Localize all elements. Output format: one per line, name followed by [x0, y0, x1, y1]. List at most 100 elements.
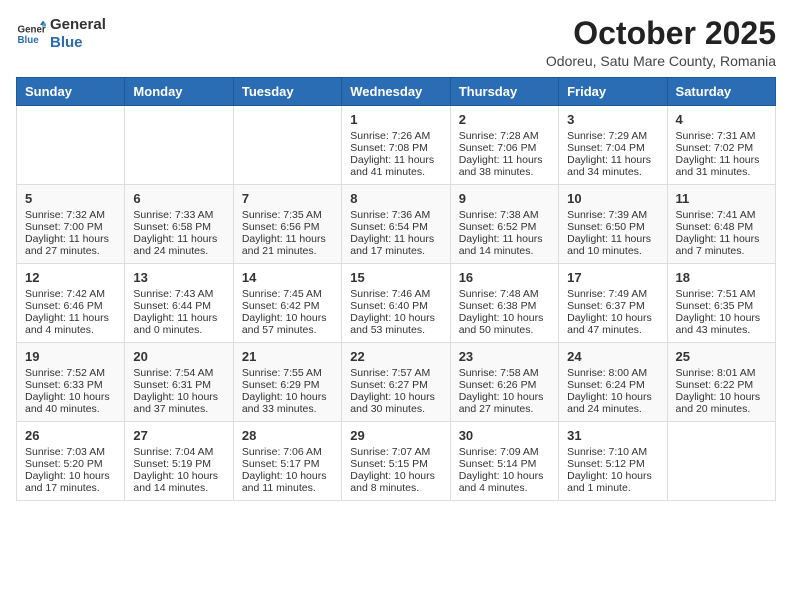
day-info: Sunset: 6:31 PM — [133, 379, 224, 391]
day-number: 23 — [459, 349, 550, 364]
calendar-cell: 19Sunrise: 7:52 AMSunset: 6:33 PMDayligh… — [17, 343, 125, 422]
day-info: Sunrise: 7:35 AM — [242, 209, 333, 221]
day-number: 31 — [567, 428, 658, 443]
day-info: and 33 minutes. — [242, 403, 333, 415]
day-number: 28 — [242, 428, 333, 443]
day-info: Daylight: 11 hours — [676, 233, 767, 245]
day-info: Sunrise: 8:00 AM — [567, 367, 658, 379]
day-info: and 41 minutes. — [350, 166, 441, 178]
day-number: 15 — [350, 270, 441, 285]
day-info: Sunset: 6:50 PM — [567, 221, 658, 233]
day-info: Sunrise: 7:51 AM — [676, 288, 767, 300]
day-info: Sunset: 5:15 PM — [350, 458, 441, 470]
day-number: 10 — [567, 191, 658, 206]
day-info: and 4 minutes. — [459, 482, 550, 494]
day-info: Sunset: 7:04 PM — [567, 142, 658, 154]
day-info: Sunset: 6:38 PM — [459, 300, 550, 312]
day-info: Sunset: 6:46 PM — [25, 300, 116, 312]
day-info: Sunset: 6:58 PM — [133, 221, 224, 233]
day-info: Sunrise: 7:57 AM — [350, 367, 441, 379]
day-info: and 17 minutes. — [350, 245, 441, 257]
day-info: and 14 minutes. — [459, 245, 550, 257]
day-info: Sunrise: 7:10 AM — [567, 446, 658, 458]
calendar-cell: 8Sunrise: 7:36 AMSunset: 6:54 PMDaylight… — [342, 185, 450, 264]
calendar-cell — [125, 106, 233, 185]
logo-blue: Blue — [50, 34, 106, 52]
calendar-cell — [233, 106, 341, 185]
day-info: Sunset: 7:02 PM — [676, 142, 767, 154]
day-info: Sunrise: 7:52 AM — [25, 367, 116, 379]
day-info: Sunset: 6:24 PM — [567, 379, 658, 391]
weekday-header-friday: Friday — [559, 78, 667, 106]
day-info: Sunset: 6:27 PM — [350, 379, 441, 391]
calendar-cell: 7Sunrise: 7:35 AMSunset: 6:56 PMDaylight… — [233, 185, 341, 264]
day-info: Daylight: 10 hours — [350, 391, 441, 403]
day-info: Sunset: 6:44 PM — [133, 300, 224, 312]
svg-text:General: General — [18, 25, 47, 36]
day-info: Sunrise: 7:06 AM — [242, 446, 333, 458]
day-info: Sunrise: 7:29 AM — [567, 130, 658, 142]
day-number: 22 — [350, 349, 441, 364]
day-info: Sunrise: 7:43 AM — [133, 288, 224, 300]
day-info: Sunrise: 8:01 AM — [676, 367, 767, 379]
day-number: 11 — [676, 191, 767, 206]
day-number: 12 — [25, 270, 116, 285]
day-number: 13 — [133, 270, 224, 285]
day-number: 3 — [567, 112, 658, 127]
calendar-cell: 24Sunrise: 8:00 AMSunset: 6:24 PMDayligh… — [559, 343, 667, 422]
day-number: 9 — [459, 191, 550, 206]
calendar-cell: 13 Sunrise: 7:43 AMSunset: 6:44 PMDayligh… — [125, 264, 233, 343]
calendar-cell: 29Sunrise: 7:07 AMSunset: 5:15 PMDayligh… — [342, 422, 450, 501]
day-info: and 24 minutes. — [567, 403, 658, 415]
day-info: and 38 minutes. — [459, 166, 550, 178]
day-info: Sunrise: 7:45 AM — [242, 288, 333, 300]
calendar-cell: 27Sunrise: 7:04 AMSunset: 5:19 PMDayligh… — [125, 422, 233, 501]
weekday-header-thursday: Thursday — [450, 78, 558, 106]
day-number: 29 — [350, 428, 441, 443]
day-info: Daylight: 10 hours — [242, 470, 333, 482]
month-title: October 2025 — [546, 16, 776, 51]
day-info: Sunrise: 7:39 AM — [567, 209, 658, 221]
day-info: Sunset: 5:17 PM — [242, 458, 333, 470]
day-info: Daylight: 10 hours — [242, 391, 333, 403]
day-info: Sunrise: 7:58 AM — [459, 367, 550, 379]
calendar-cell: 9Sunrise: 7:38 AMSunset: 6:52 PMDaylight… — [450, 185, 558, 264]
weekday-header-tuesday: Tuesday — [233, 78, 341, 106]
day-info: Daylight: 11 hours — [459, 154, 550, 166]
day-info: Daylight: 10 hours — [25, 391, 116, 403]
weekday-header-row: SundayMondayTuesdayWednesdayThursdayFrid… — [17, 78, 776, 106]
day-info: Sunrise: 7:46 AM — [350, 288, 441, 300]
day-info: and 27 minutes. — [459, 403, 550, 415]
day-info: Daylight: 10 hours — [242, 312, 333, 324]
day-number: 20 — [133, 349, 224, 364]
day-info: Sunset: 6:40 PM — [350, 300, 441, 312]
calendar-table: SundayMondayTuesdayWednesdayThursdayFrid… — [16, 77, 776, 501]
calendar-cell: 17Sunrise: 7:49 AMSunset: 6:37 PMDayligh… — [559, 264, 667, 343]
title-block: October 2025 Odoreu, Satu Mare County, R… — [546, 16, 776, 69]
logo-general: General — [50, 16, 106, 34]
calendar-cell: 6Sunrise: 7:33 AMSunset: 6:58 PMDaylight… — [125, 185, 233, 264]
calendar-cell: 23Sunrise: 7:58 AMSunset: 6:26 PMDayligh… — [450, 343, 558, 422]
day-number: 6 — [133, 191, 224, 206]
day-info: and 43 minutes. — [676, 324, 767, 336]
day-info: Sunrise: 7:42 AM — [25, 288, 116, 300]
day-info: Sunrise: 7:41 AM — [676, 209, 767, 221]
day-info: Daylight: 11 hours — [133, 312, 224, 324]
day-info: Daylight: 11 hours — [350, 233, 441, 245]
calendar-cell — [667, 422, 775, 501]
day-info: and 21 minutes. — [242, 245, 333, 257]
calendar-cell — [17, 106, 125, 185]
day-info: Daylight: 10 hours — [459, 391, 550, 403]
day-info: Sunset: 6:37 PM — [567, 300, 658, 312]
calendar-cell: 30Sunrise: 7:09 AMSunset: 5:14 PMDayligh… — [450, 422, 558, 501]
day-info: Daylight: 10 hours — [133, 470, 224, 482]
day-info: Sunset: 6:33 PM — [25, 379, 116, 391]
day-info: Sunset: 5:20 PM — [25, 458, 116, 470]
week-row-2: 5Sunrise: 7:32 AMSunset: 7:00 PMDaylight… — [17, 185, 776, 264]
calendar-cell: 20Sunrise: 7:54 AMSunset: 6:31 PMDayligh… — [125, 343, 233, 422]
day-info: and 50 minutes. — [459, 324, 550, 336]
day-info: Daylight: 10 hours — [567, 391, 658, 403]
day-number: 26 — [25, 428, 116, 443]
calendar-cell: 1Sunrise: 7:26 AMSunset: 7:08 PMDaylight… — [342, 106, 450, 185]
day-number: 21 — [242, 349, 333, 364]
